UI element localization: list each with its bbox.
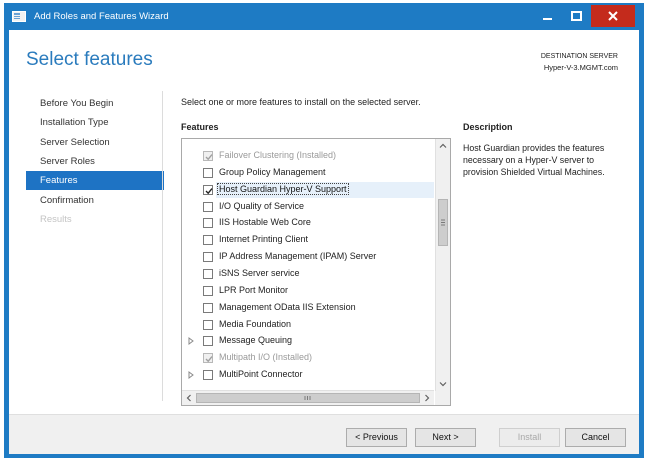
feature-label: Group Policy Management	[219, 166, 326, 177]
feature-label: Host Guardian Hyper-V Support	[217, 182, 349, 195]
install-button[interactable]: Install	[499, 428, 560, 447]
list-item[interactable]: I/O Quality of Service	[182, 199, 434, 216]
maximize-button[interactable]	[562, 5, 591, 27]
feature-checkbox	[203, 151, 213, 161]
cancel-button[interactable]: Cancel	[565, 428, 626, 447]
expand-arrow-icon[interactable]	[187, 371, 195, 380]
list-item[interactable]: Management OData IIS Extension	[182, 300, 434, 317]
feature-label: Internet Printing Client	[219, 234, 309, 245]
feature-checkbox[interactable]	[203, 268, 213, 279]
wizard-footer: < Previous Next > Install Cancel	[9, 414, 639, 454]
wizard-body: Select features DESTINATION SERVER Hyper…	[9, 30, 639, 454]
expand-arrow-icon[interactable]	[187, 337, 195, 346]
features-list-items: Failover Clustering (Installed) Group Pol…	[182, 139, 434, 391]
list-item[interactable]: MultiPoint Connector	[182, 367, 434, 384]
features-heading: Features	[181, 122, 219, 132]
list-item[interactable]: iSNS Server service	[182, 266, 434, 283]
feature-checkbox[interactable]	[203, 235, 213, 246]
feature-label: Multipath I/O (Installed)	[219, 352, 313, 363]
list-item[interactable]: Group Policy Management	[182, 165, 434, 182]
feature-checkbox[interactable]	[203, 184, 213, 195]
previous-button[interactable]: < Previous	[346, 428, 407, 447]
destination-server-label: DESTINATION SERVER	[540, 53, 618, 60]
close-button[interactable]	[591, 5, 635, 27]
feature-label: Media Foundation	[219, 318, 292, 329]
nav-item-confirmation[interactable]: Confirmation	[26, 191, 164, 210]
horizontal-scrollbar[interactable]	[182, 390, 434, 405]
nav-item-server-roles[interactable]: Server Roles	[26, 152, 164, 171]
list-item[interactable]: Message Queuing	[182, 333, 434, 350]
minimize-button[interactable]	[533, 5, 562, 27]
list-item[interactable]: Media Foundation	[182, 317, 434, 334]
nav-item-installation-type[interactable]: Installation Type	[26, 113, 164, 132]
list-item[interactable]: Multipath I/O (Installed)	[182, 350, 434, 367]
window-title: Add Roles and Features Wizard	[34, 11, 169, 22]
feature-label: I/O Quality of Service	[219, 200, 305, 211]
scroll-down-arrow-icon[interactable]	[436, 377, 450, 391]
nav-item-server-selection[interactable]: Server Selection	[26, 133, 164, 152]
list-item[interactable]: Host Guardian Hyper-V Support	[182, 181, 434, 199]
page-title: Select features	[26, 49, 153, 70]
title-bar[interactable]: Add Roles and Features Wizard	[4, 3, 644, 30]
server-manager-icon	[12, 11, 26, 22]
description-text: Host Guardian provides the features nece…	[463, 143, 605, 177]
feature-label: Failover Clustering (Installed)	[219, 150, 337, 160]
feature-label: IIS Hostable Web Core	[219, 217, 311, 228]
feature-checkbox[interactable]	[203, 336, 213, 347]
nav-item-features[interactable]: Features	[26, 171, 164, 191]
wizard-window: Add Roles and Features Wizard Select fea…	[4, 3, 644, 458]
feature-label: LPR Port Monitor	[219, 284, 289, 295]
feature-checkbox[interactable]	[203, 370, 213, 381]
description-heading: Description	[463, 122, 513, 132]
feature-checkbox[interactable]	[203, 319, 213, 330]
features-list[interactable]: Failover Clustering (Installed) Group Pol…	[181, 138, 451, 406]
instruction-text: Select one or more features to install o…	[181, 97, 421, 107]
list-item[interactable]: Failover Clustering (Installed)	[182, 148, 434, 165]
destination-server-value: Hyper-V-3.MGMT.com	[543, 63, 618, 72]
feature-checkbox[interactable]	[203, 201, 213, 212]
next-button[interactable]: Next >	[415, 428, 476, 447]
list-item[interactable]: IP Address Management (IPAM) Server	[182, 249, 434, 266]
feature-checkbox[interactable]	[203, 302, 213, 313]
feature-checkbox[interactable]	[203, 167, 213, 178]
nav-item-results: Results	[40, 213, 72, 225]
feature-checkbox[interactable]	[203, 218, 213, 229]
vertical-scrollbar[interactable]	[435, 139, 450, 391]
feature-label: Message Queuing	[219, 335, 293, 346]
list-item[interactable]: Internet Printing Client	[182, 232, 434, 249]
scroll-up-arrow-icon[interactable]	[436, 139, 450, 153]
feature-label: IP Address Management (IPAM) Server	[219, 251, 377, 262]
list-item[interactable]: IIS Hostable Web Core	[182, 215, 434, 232]
feature-label: iSNS Server service	[219, 267, 300, 278]
scroll-left-arrow-icon[interactable]	[182, 391, 196, 405]
nav-divider	[162, 91, 163, 401]
vertical-scroll-thumb[interactable]	[438, 199, 448, 246]
feature-label: MultiPoint Connector	[219, 369, 303, 380]
feature-checkbox[interactable]	[203, 285, 213, 296]
list-item[interactable]: LPR Port Monitor	[182, 283, 434, 300]
scroll-right-arrow-icon[interactable]	[420, 391, 434, 405]
nav-item-before-you-begin[interactable]: Before You Begin	[26, 94, 164, 113]
horizontal-scroll-thumb[interactable]	[196, 393, 420, 403]
scrollbar-corner	[435, 391, 450, 405]
feature-label: Management OData IIS Extension	[219, 301, 356, 312]
feature-checkbox[interactable]	[203, 252, 213, 263]
feature-checkbox	[203, 353, 213, 364]
